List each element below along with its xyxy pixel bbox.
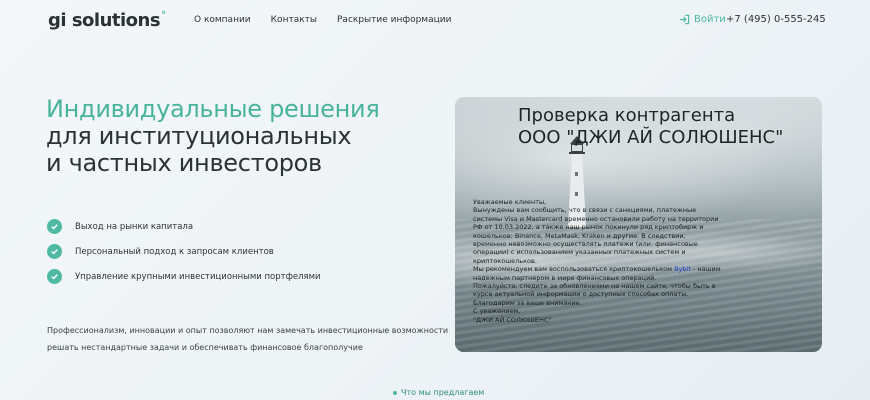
feature-label: Выход на рынки капитала: [75, 221, 194, 232]
login-icon: [679, 14, 690, 25]
notice-line: Благодарим за ваше внимание.: [473, 298, 582, 307]
feature-label: Персональный подход к запросам клиентов: [75, 246, 274, 257]
bybit-link[interactable]: Bybit: [674, 265, 691, 273]
notice-line: курсе актуальной информации о доступных …: [473, 290, 689, 299]
feature-label: Управление крупными инвестиционными порт…: [75, 271, 321, 282]
card-notice-text: Уважаемые клиенты, Вынуждены вам сообщит…: [473, 198, 808, 324]
check-icon: [47, 244, 62, 259]
notice-line: Пожалуйста, следите за обновлениями на н…: [473, 282, 716, 291]
notice-card: Проверка контрагента ООО "ДЖИ АЙ СОЛЮШЕН…: [455, 97, 822, 352]
rec-suffix: - нашим: [690, 265, 721, 274]
nav-item-contacts[interactable]: Контакты: [271, 15, 317, 25]
rec-prefix: Мы рекомендуем вам воспользоваться крипт…: [473, 265, 675, 274]
check-icon: [47, 219, 62, 234]
notice-line: операции) с использованием указанных пла…: [473, 248, 686, 257]
phone-number[interactable]: +7 (495) 0-555-245: [726, 14, 826, 25]
nav-item-about[interactable]: О компании: [194, 15, 251, 25]
notice-line: С уважением,: [473, 307, 521, 316]
nav-item-disclosure[interactable]: Раскрытие информации: [337, 15, 451, 25]
card-title: Проверка контрагента ООО "ДЖИ АЙ СОЛЮШЕН…: [518, 105, 783, 149]
description-line: Профессионализм, инновации и опыт позвол…: [47, 326, 449, 335]
hero-description: Профессионализм, инновации и опыт позвол…: [47, 322, 448, 356]
what-we-offer-label: Что мы предлагаем: [401, 388, 485, 397]
hero-title-line3: и частных инвесторов: [46, 149, 322, 177]
header: gi solutions° О компании Контакты Раскры…: [0, 0, 870, 44]
hero-title-line2: для институциональных: [46, 122, 352, 150]
card-title-line1: Проверка контрагента: [518, 105, 736, 126]
notice-line: Вынуждены вам сообщить, что в связи с са…: [473, 206, 697, 215]
bullet-dot-icon: [393, 390, 397, 395]
card-title-line2: ООО "ДЖИ АЙ СОЛЮШЕНС": [518, 127, 784, 148]
main-nav: О компании Контакты Раскрытие информации: [194, 15, 451, 25]
notice-line: кошельков: Binance, MetaMask, Kraken и д…: [473, 231, 686, 240]
notice-line: надежным партнером в мире финансовых опе…: [473, 273, 657, 282]
feature-item: Управление крупными инвестиционными порт…: [47, 264, 321, 289]
notice-line: РФ от 10.03.2022, а также наш рынок поки…: [473, 223, 704, 232]
login-label: Войти: [694, 14, 726, 25]
notice-line: криптокошельков.: [473, 256, 537, 265]
notice-line: системы Visa и Mastercard временно остан…: [473, 214, 719, 223]
notice-line: временно невозможно осуществлять платежи…: [473, 240, 698, 249]
check-icon: [47, 269, 62, 284]
what-we-offer-link[interactable]: Что мы предлагаем: [393, 388, 484, 397]
login-button[interactable]: Войти: [679, 14, 726, 25]
feature-item: Персональный подход к запросам клиентов: [47, 239, 321, 264]
logo[interactable]: gi solutions°: [48, 10, 166, 31]
feature-item: Выход на рынки капитала: [47, 214, 321, 239]
notice-line-recommendation: Мы рекомендуем вам воспользоваться крипт…: [473, 265, 808, 273]
notice-line: Уважаемые клиенты,: [473, 198, 547, 206]
description-line: решать нестандартные задачи и обеспечива…: [47, 343, 363, 352]
hero-title-accent: Индивидуальные решения: [46, 95, 380, 123]
hero-title: Индивидуальные решения для институционал…: [46, 95, 380, 177]
logo-text: gi solutions: [48, 10, 161, 31]
feature-list: Выход на рынки капитала Персональный под…: [47, 214, 321, 289]
notice-line: "ДЖИ АЙ СОЛЮШЕНС": [473, 315, 552, 324]
logo-dot-icon: °: [161, 10, 166, 21]
